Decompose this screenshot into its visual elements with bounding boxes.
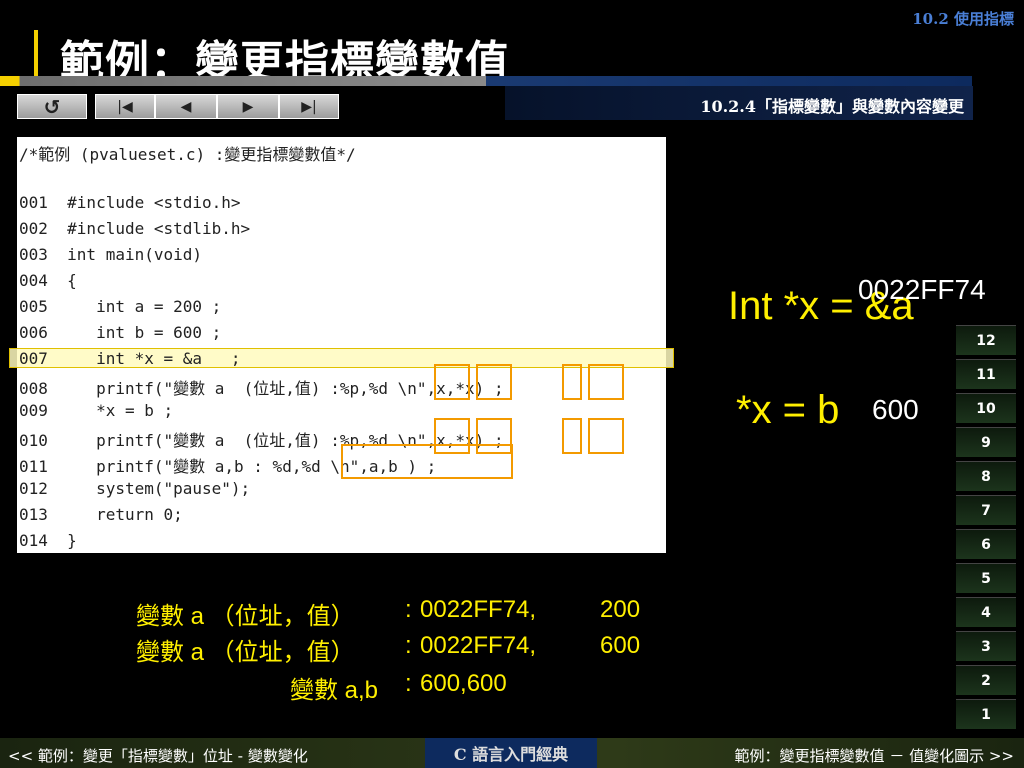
deref-assign-expr: *x = b [736, 388, 840, 432]
first-page-button[interactable]: |◀ [95, 94, 155, 119]
code-line: /*範例 (pvalueset.c) :變更指標變數值*/ [19, 145, 356, 164]
code-line: 002 #include <stdlib.h> [19, 219, 251, 238]
output-line-2-value: 600 [600, 632, 641, 659]
code-line: 003 int main(void) [19, 245, 203, 264]
format-box-ab [341, 444, 513, 479]
title-accent-bar [34, 30, 38, 78]
prev-slide-link[interactable]: << 範例：變更「指標變數」位址 - 變數變化 [8, 745, 308, 766]
stack-cell-9: 9 [956, 427, 1016, 457]
output-line-2-label: 變數 a （位址，值） [136, 639, 355, 666]
stack-cell-2: 2 [956, 665, 1016, 695]
code-panel: /*範例 (pvalueset.c) :變更指標變數值*/ 001 #inclu… [17, 137, 666, 553]
stack-cell-10: 10 [956, 393, 1016, 423]
format-box-p [434, 364, 470, 400]
value-label: 600 [872, 394, 919, 425]
output-line-1-value: 200 [600, 596, 641, 623]
code-line: 001 #include <stdio.h> [19, 193, 241, 212]
title-divider [0, 76, 972, 86]
first-page-icon: |◀ [117, 98, 133, 115]
code-line: 005 int a = 200 ; [19, 297, 222, 316]
output-line-1-label: 變數 a （位址，值） [136, 603, 355, 630]
stack-cell-5: 5 [956, 563, 1016, 593]
output-line-2-sep: : [405, 632, 412, 659]
stack-cell-3: 3 [956, 631, 1016, 661]
format-box-d [476, 364, 512, 400]
arg-box-deref-x [588, 418, 624, 454]
return-button[interactable]: ↺ [17, 94, 87, 119]
last-page-icon: ▶| [301, 98, 317, 115]
section-tag: 10.2 使用指標 [912, 10, 1014, 28]
code-line: 004 { [19, 271, 77, 290]
subtitle: 10.2.4「指標變數」與變數內容變更 [700, 97, 964, 116]
output-line-3-label: 變數 a,b [290, 677, 379, 704]
next-page-button[interactable]: ▶ [217, 94, 279, 119]
arg-box-x [562, 418, 582, 454]
output-line-3-value: 600,600 [420, 670, 507, 697]
stack-cell-12: 12 [956, 325, 1016, 355]
address-label: 0022FF74 [858, 274, 986, 305]
arg-box-x [562, 364, 582, 400]
return-icon: ↺ [43, 94, 61, 119]
next-page-icon: ▶ [242, 98, 254, 115]
prev-page-button[interactable]: ◀ [155, 94, 217, 119]
output-line-1-addr: 0022FF74, [420, 596, 537, 623]
stack-cell-8: 8 [956, 461, 1016, 491]
code-line: 006 int b = 600 ; [19, 323, 222, 342]
stack-cell-7: 7 [956, 495, 1016, 525]
output-line-3-sep: : [405, 670, 412, 697]
stack-cell-6: 6 [956, 529, 1016, 559]
stack-cell-1: 1 [956, 699, 1016, 729]
prev-page-icon: ◀ [180, 98, 192, 115]
stack-cell-11: 11 [956, 359, 1016, 389]
next-slide-link[interactable]: 範例：變更指標變數值 － 值變化圖示 >> [735, 745, 1014, 766]
output-line-2-addr: 0022FF74, [420, 632, 537, 659]
arg-box-deref-x [588, 364, 624, 400]
output-line-1-sep: : [405, 596, 412, 623]
stack-cell-4: 4 [956, 597, 1016, 627]
last-page-button[interactable]: ▶| [279, 94, 339, 119]
course-title: C 語言入門經典 [425, 738, 597, 768]
